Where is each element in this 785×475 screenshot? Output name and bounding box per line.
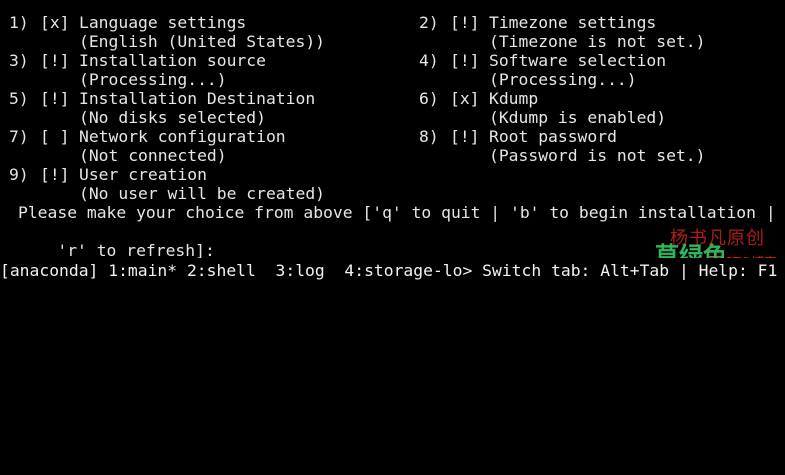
item-9-number: 9) (9, 165, 29, 184)
item-6-checkbox: [x] (450, 89, 480, 108)
item-8-title: Root password (489, 127, 617, 146)
item-5-checkbox: [!] (40, 89, 70, 108)
item-1-title: Language settings (79, 13, 247, 32)
item-2-number: 2) (419, 13, 439, 32)
item-1-status: (English (United States)) (79, 32, 325, 51)
item-6-title: Kdump (489, 89, 539, 108)
item-7-number: 7) (9, 127, 29, 146)
item-2-status: (Timezone is not set.) (489, 32, 706, 51)
item-1-checkbox: [x] (40, 13, 70, 32)
item-3-title: Installation source (79, 51, 266, 70)
menu-row-3: 5) [!] Installation Destination 6) [x] K… (0, 89, 538, 108)
status-bar-text: [anaconda] 1:main* 2:shell 3:log 4:stora… (0, 261, 778, 280)
menu-row-2: 3) [!] Installation source 4) [!] Softwa… (0, 51, 666, 70)
item-2-checkbox: [!] (450, 13, 480, 32)
prompt-line-1: Please make your choice from above ['q' … (18, 203, 776, 222)
status-row-5: (No user will be created) (0, 184, 325, 203)
item-5-status: (No disks selected) (79, 108, 266, 127)
status-row-4: (Not connected) (Password is not set.) (0, 146, 705, 165)
status-row-1: (English (United States)) (Timezone is n… (0, 32, 705, 51)
item-7-checkbox: [ ] (40, 127, 70, 146)
item-3-status: (Processing...) (79, 70, 227, 89)
item-2-title: Timezone settings (489, 13, 657, 32)
item-1-number: 1) (9, 13, 29, 32)
item-5-title: Installation Destination (79, 89, 316, 108)
item-7-status: (Not connected) (79, 146, 227, 165)
menu-row-4: 7) [ ] Network configuration 8) [!] Root… (0, 127, 617, 146)
item-4-title: Software selection (489, 51, 667, 70)
item-7-title: Network configuration (79, 127, 286, 146)
item-4-status: (Processing...) (489, 70, 637, 89)
item-4-checkbox: [!] (450, 51, 480, 70)
item-3-number: 3) (9, 51, 29, 70)
item-6-number: 6) (419, 89, 439, 108)
item-6-status: (Kdump is enabled) (489, 108, 667, 127)
item-3-checkbox: [!] (40, 51, 70, 70)
item-9-title: User creation (79, 165, 207, 184)
item-8-status: (Password is not set.) (489, 146, 706, 165)
item-8-checkbox: [!] (450, 127, 480, 146)
status-row-2: (Processing...) (Processing...) (0, 70, 637, 89)
status-row-3: (No disks selected) (Kdump is enabled) (0, 108, 666, 127)
menu-row-5: 9) [!] User creation (0, 165, 207, 184)
item-9-status: (No user will be created) (79, 184, 325, 203)
item-5-number: 5) (9, 89, 29, 108)
terminal-screen: 1) [x] Language settings 2) [!] Timezone… (0, 0, 785, 284)
menu-row-1: 1) [x] Language settings 2) [!] Timezone… (0, 13, 656, 32)
tmux-status-bar: [anaconda] 1:main* 2:shell 3:log 4:stora… (0, 258, 785, 284)
item-8-number: 8) (419, 127, 439, 146)
item-9-checkbox: [!] (40, 165, 70, 184)
item-4-number: 4) (419, 51, 439, 70)
